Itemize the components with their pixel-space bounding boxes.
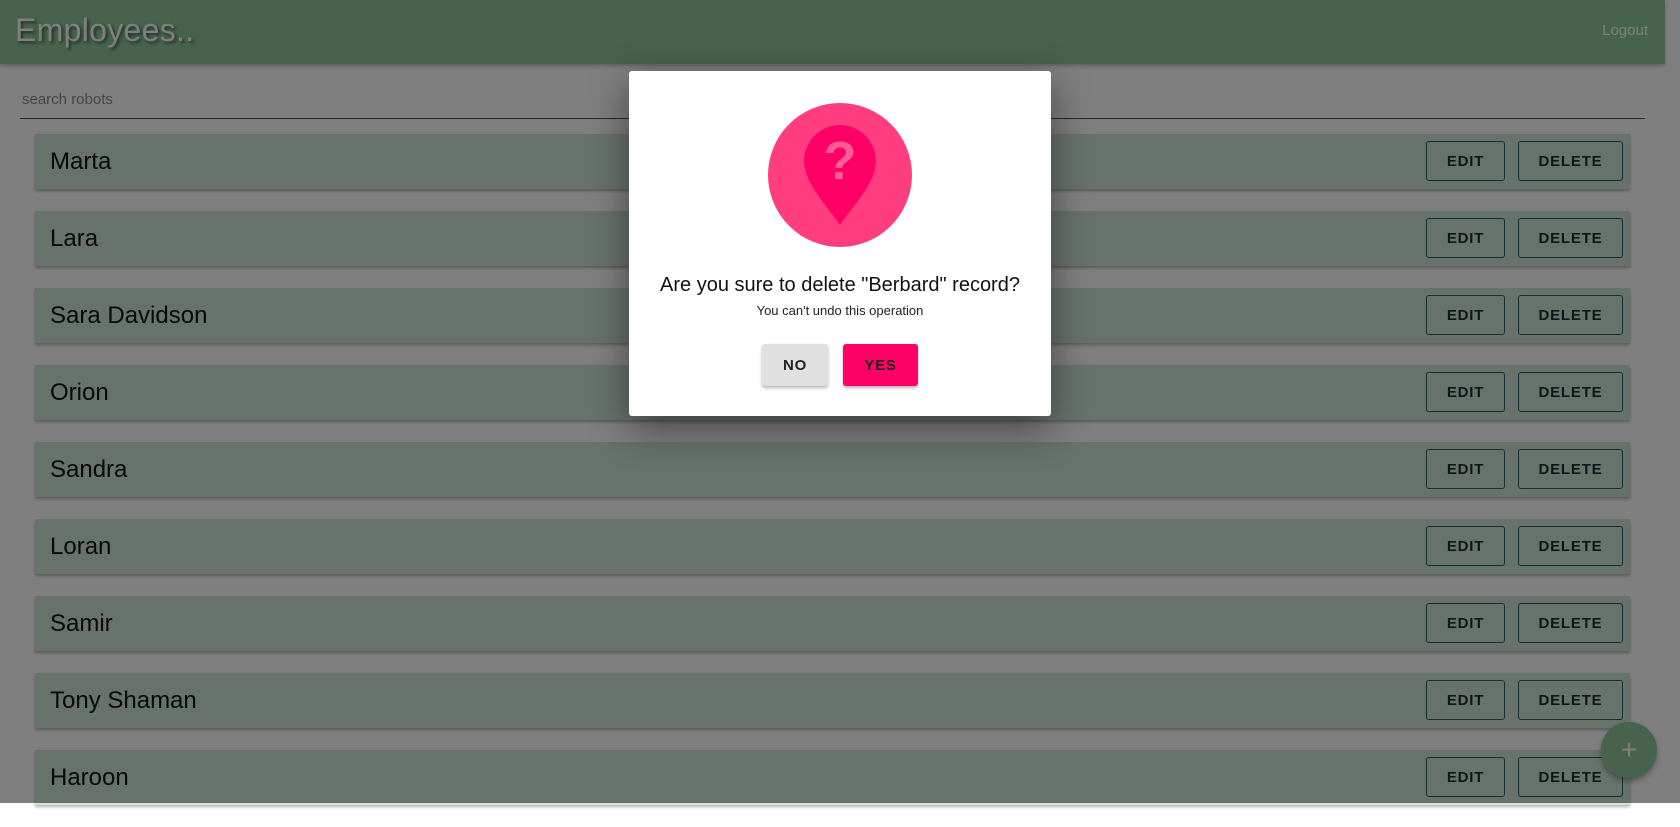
yes-button[interactable]: YES: [843, 344, 918, 386]
no-button[interactable]: NO: [762, 344, 828, 386]
dialog-subtitle: You can't undo this operation: [756, 303, 924, 318]
question-marker-icon: ?: [768, 103, 912, 247]
svg-text:?: ?: [824, 131, 857, 191]
dialog-title: Are you sure to delete "Berbard" record?: [660, 274, 1020, 296]
confirm-delete-dialog: ? Are you sure to delete "Berbard" recor…: [629, 71, 1051, 416]
